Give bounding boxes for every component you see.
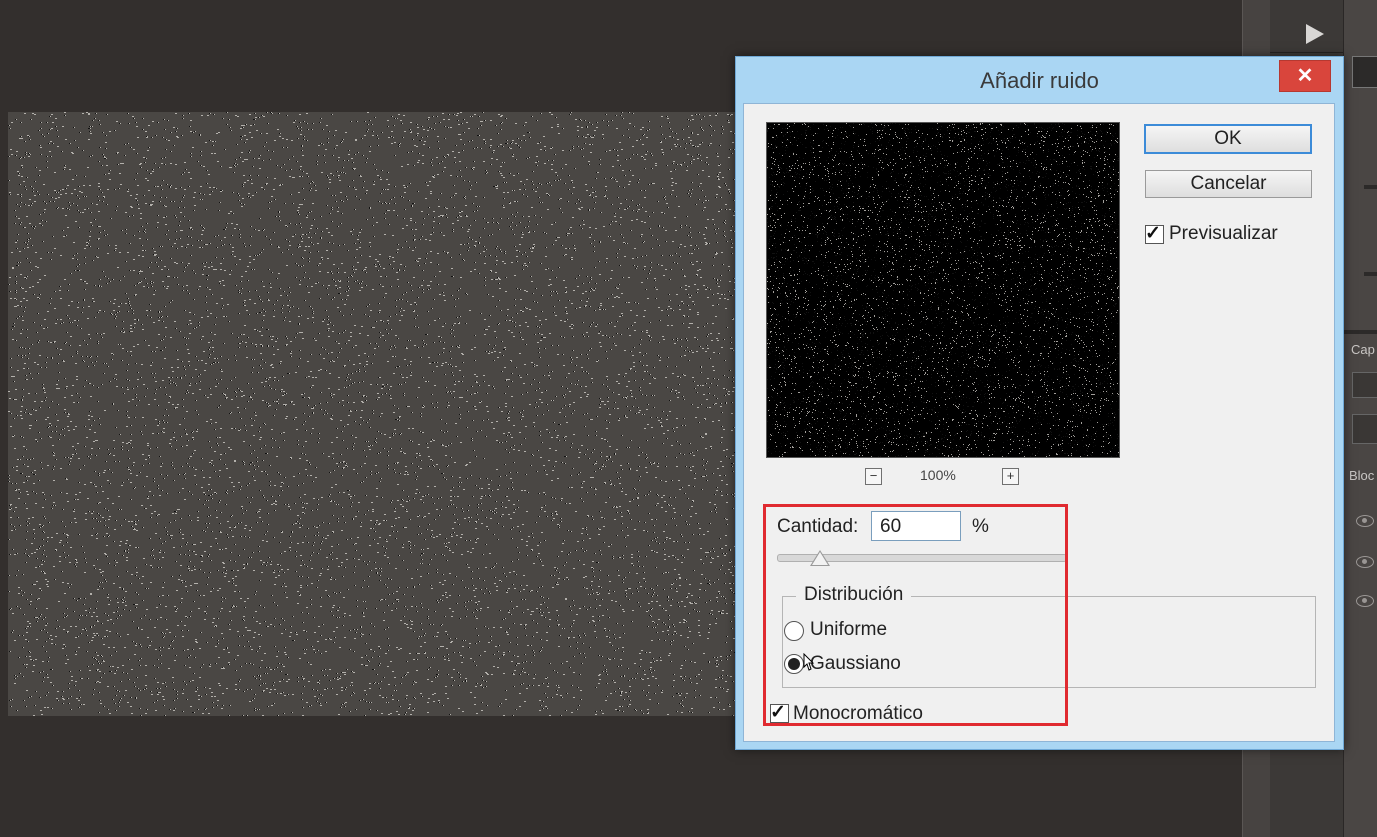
panel-tab-bar	[1344, 330, 1377, 334]
swatch-icon[interactable]	[1352, 56, 1377, 88]
red-highlight-box	[763, 504, 1068, 726]
filter-field[interactable]	[1352, 414, 1377, 444]
search-icon[interactable]	[1352, 372, 1377, 398]
document-canvas-noise[interactable]	[8, 112, 748, 716]
play-icon[interactable]	[1306, 24, 1324, 44]
tool-separator	[1270, 52, 1343, 53]
layers-panel-partial	[1343, 0, 1377, 837]
zoom-out-button[interactable]: −	[865, 468, 882, 485]
eye-icon[interactable]	[1356, 595, 1374, 607]
preview-pane[interactable]	[766, 122, 1120, 458]
panel-slider-1[interactable]	[1364, 185, 1377, 189]
cancel-button[interactable]: Cancelar	[1145, 170, 1312, 198]
layers-panel-label: Cap	[1351, 342, 1375, 357]
noise-image	[8, 112, 748, 716]
preview-checkbox[interactable]: ✓	[1145, 225, 1164, 244]
zoom-level: 100%	[920, 467, 956, 483]
mouse-cursor-icon	[803, 653, 815, 671]
close-button[interactable]: ✕	[1279, 60, 1331, 92]
panel-slider-2[interactable]	[1364, 272, 1377, 276]
checkmark-icon: ✓	[1145, 222, 1161, 245]
ok-button[interactable]: OK	[1144, 124, 1312, 154]
eye-icon[interactable]	[1356, 556, 1374, 568]
zoom-in-button[interactable]: +	[1002, 468, 1019, 485]
preview-label: Previsualizar	[1169, 223, 1278, 245]
dialog-title: Añadir ruido	[736, 57, 1343, 103]
lock-label: Bloc	[1349, 468, 1374, 483]
eye-icon[interactable]	[1356, 515, 1374, 527]
preview-noise-image	[767, 123, 1119, 457]
